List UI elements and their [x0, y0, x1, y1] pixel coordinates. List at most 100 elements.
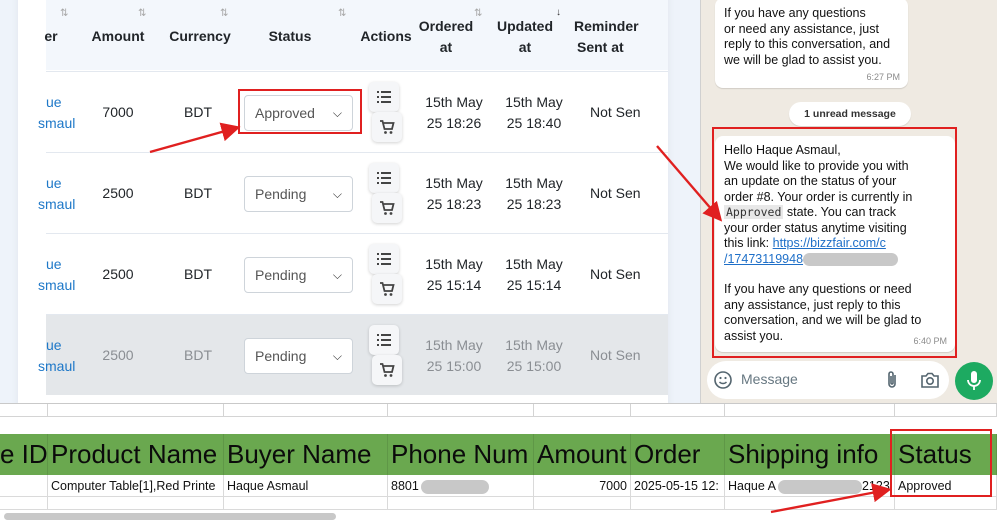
- sheet-cell[interactable]: 2025-05-15 12:: [631, 475, 725, 497]
- table-header: ⇅ er ⇅ Amount ⇅ Currency ⇅ Status Action…: [44, 0, 668, 70]
- highlight-box: [238, 89, 362, 134]
- cart-button[interactable]: [372, 193, 402, 223]
- ordered-at-cell: 15th May 25 15:00: [418, 335, 490, 377]
- buyer-link[interactable]: ue: [46, 254, 62, 275]
- sheet-cell[interactable]: [0, 497, 48, 510]
- table-row: ue smaul 2500 BDT Pending ⌵ 15th May 25 1…: [38, 233, 668, 314]
- reminder-cell: Not Sen: [590, 104, 641, 120]
- table-row: ue smaul 2500 BDT Pending ⌵ 15th May 25 1…: [38, 314, 668, 395]
- status-select[interactable]: Pending ⌵: [244, 338, 353, 374]
- sheet-header-cell[interactable]: Buyer Name: [224, 434, 388, 475]
- ordered-at-line1: 15th May: [425, 94, 483, 110]
- buyer-link[interactable]: ue: [46, 173, 62, 194]
- list-button[interactable]: [369, 244, 399, 274]
- highlight-box: [712, 127, 957, 358]
- sheet-cell[interactable]: [48, 497, 224, 510]
- message-time: 6:27 PM: [866, 71, 900, 82]
- buyer-link[interactable]: ue: [46, 92, 62, 113]
- cart-icon: [380, 363, 395, 377]
- sheet-cell[interactable]: Computer Table[1],Red Printe: [48, 475, 224, 497]
- updated-at-line2: 25 18:40: [506, 115, 562, 131]
- updated-at-cell: 15th May 25 18:40: [498, 92, 570, 134]
- sheet-cell[interactable]: [631, 497, 725, 510]
- sheet-cell[interactable]: 7000: [534, 475, 631, 497]
- sheet-cell[interactable]: [388, 497, 534, 510]
- message-input[interactable]: Message: [741, 371, 798, 387]
- amount-cell: 2500: [102, 347, 134, 363]
- ordered-at-line2: 25 15:14: [426, 277, 482, 293]
- list-icon: [377, 253, 391, 265]
- message-input-bar: Message: [707, 361, 949, 399]
- microphone-icon: [967, 371, 981, 390]
- table-row: ue smaul 2500 BDT Pending ⌵ 15th May 25 1…: [38, 152, 668, 233]
- sheet-cell[interactable]: 8801: [388, 475, 534, 497]
- buyer-link[interactable]: smaul: [38, 275, 75, 296]
- sticker-icon[interactable]: [713, 370, 733, 390]
- list-button[interactable]: [369, 82, 399, 112]
- redaction-mark: [420, 479, 489, 494]
- sheet-header-cell[interactable]: Shipping info: [725, 434, 895, 475]
- cart-button[interactable]: [372, 355, 402, 385]
- message-line: reply to this conversation, and: [724, 37, 891, 51]
- column-reminder-header: Reminder Sent at: [574, 16, 668, 58]
- cart-icon: [380, 282, 395, 296]
- sheet-header-cell[interactable]: e ID: [0, 434, 48, 475]
- ordered-at-line1: 15th May: [425, 175, 483, 191]
- phone-value: 8801: [391, 479, 419, 493]
- cart-button[interactable]: [372, 112, 402, 142]
- column-updated-header[interactable]: Updated at: [492, 16, 558, 58]
- amount-cell: 2500: [102, 266, 134, 282]
- sort-icon[interactable]: ⇅: [60, 8, 69, 19]
- updated-at-line1: 15th May: [505, 94, 563, 110]
- updated-at-line2: 25 15:14: [506, 277, 562, 293]
- sort-icon[interactable]: ⇅: [220, 8, 229, 19]
- updated-at-cell: 15th May 25 15:14: [498, 254, 570, 296]
- message-line: If you have any questions: [724, 6, 866, 20]
- message-line: we will be glad to assist you.: [724, 52, 882, 67]
- list-button[interactable]: [369, 163, 399, 193]
- chevron-down-icon: ⌵: [332, 268, 342, 282]
- list-icon: [377, 91, 391, 103]
- sort-icon[interactable]: ⇅: [138, 8, 147, 19]
- column-currency-header[interactable]: Currency: [156, 26, 244, 47]
- sheet-cell[interactable]: [0, 475, 48, 497]
- sheet-cell[interactable]: [534, 497, 631, 510]
- buyer-link[interactable]: smaul: [38, 356, 75, 377]
- sheet-cell[interactable]: [224, 497, 388, 510]
- currency-cell: BDT: [184, 185, 212, 201]
- buyer-link[interactable]: smaul: [38, 113, 75, 134]
- camera-icon[interactable]: [920, 371, 940, 389]
- column-status-header[interactable]: Status: [250, 26, 330, 47]
- sheet-cell[interactable]: Haque Asmaul: [224, 475, 388, 497]
- sheet-header-cell[interactable]: Order: [631, 434, 725, 475]
- updated-at-cell: 15th May 25 15:00: [498, 335, 570, 377]
- mic-button[interactable]: [955, 362, 993, 400]
- sheet-header-row: e ID Product Name Buyer Name Phone Num A…: [0, 434, 997, 475]
- status-select[interactable]: Pending ⌵: [244, 257, 353, 293]
- sort-icon[interactable]: ⇅: [338, 8, 347, 19]
- paperclip-icon[interactable]: [885, 370, 899, 390]
- grid-cell: [388, 404, 534, 417]
- horizontal-scrollbar[interactable]: [4, 513, 336, 520]
- sheet-header-cell[interactable]: Phone Num: [388, 434, 534, 475]
- sheet-cell[interactable]: [895, 497, 997, 510]
- grid-cell: [0, 404, 48, 417]
- cart-icon: [380, 120, 395, 134]
- ordered-at-line1: 15th May: [425, 337, 483, 353]
- column-amount-header[interactable]: Amount: [78, 26, 158, 47]
- ordered-at-cell: 15th May 25 18:23: [418, 173, 490, 215]
- buyer-link[interactable]: smaul: [38, 194, 75, 215]
- status-select[interactable]: Pending ⌵: [244, 176, 353, 212]
- sheet-cell[interactable]: [725, 497, 895, 510]
- updated-at-line1: 15th May: [505, 175, 563, 191]
- ordered-at-line2: 25 18:26: [426, 115, 482, 131]
- buyer-link[interactable]: ue: [46, 335, 62, 356]
- sheet-header-cell[interactable]: Amount: [534, 434, 631, 475]
- sheet-header-cell[interactable]: Product Name: [48, 434, 224, 475]
- sheet-cell[interactable]: Haque A 2123: [725, 475, 895, 497]
- column-reminder-header-line1: Reminder: [574, 18, 639, 34]
- column-updated-header-line1: Updated: [497, 18, 553, 34]
- cart-button[interactable]: [372, 274, 402, 304]
- column-ordered-header[interactable]: Ordered at: [414, 16, 478, 58]
- list-button[interactable]: [369, 325, 399, 355]
